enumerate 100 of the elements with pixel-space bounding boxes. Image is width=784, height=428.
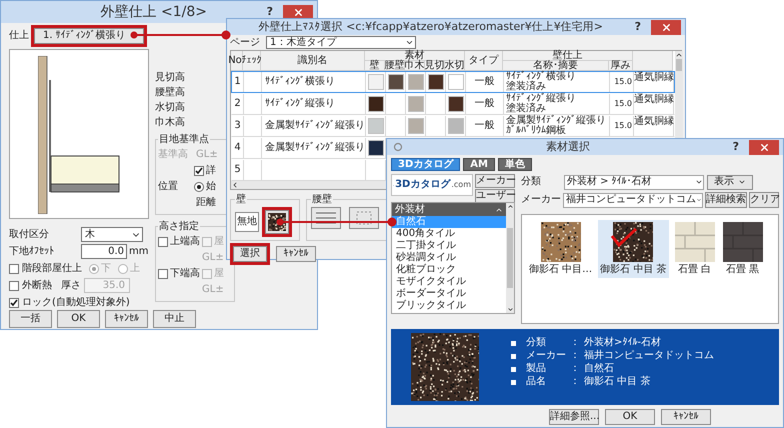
dialog-button[interactable]: 一括 bbox=[9, 310, 52, 328]
table-cell-text: 金属製ｻｲﾃﾞｨﾝｸﾞ縦張り bbox=[505, 116, 607, 126]
checkbox[interactable] bbox=[9, 298, 19, 308]
help-button[interactable]: ? bbox=[634, 18, 641, 36]
label: GL± bbox=[196, 149, 218, 161]
checkbox[interactable] bbox=[158, 269, 168, 279]
thumbnail[interactable]: 御影石 中目… bbox=[527, 220, 594, 278]
table-cell: 15.0 bbox=[614, 99, 632, 109]
horizontal-lines-icon bbox=[316, 212, 336, 224]
checkbox[interactable] bbox=[158, 237, 168, 247]
label: 上 bbox=[130, 262, 140, 274]
close-button[interactable] bbox=[283, 4, 313, 20]
table-cell: 一般 bbox=[474, 99, 494, 109]
close-button[interactable] bbox=[749, 140, 779, 154]
list-item[interactable]: 400角タイル bbox=[392, 228, 506, 240]
checkbox[interactable] bbox=[202, 269, 212, 279]
checkbox[interactable] bbox=[194, 166, 204, 176]
label: メーカー bbox=[521, 194, 561, 206]
check-mark-icon bbox=[610, 228, 638, 248]
line-pattern-button[interactable] bbox=[349, 207, 379, 229]
cancel-button[interactable]: ｷｬﾝｾﾙ bbox=[276, 246, 316, 262]
thumbnail[interactable]: 石畳 白 bbox=[672, 220, 717, 278]
list-item[interactable]: 砂岩調タイル bbox=[392, 252, 506, 264]
radio-button[interactable] bbox=[194, 182, 204, 192]
dotted-square-icon bbox=[356, 211, 372, 225]
label: 外断熱 bbox=[22, 280, 52, 292]
dialog-button[interactable]: 詳細参照... bbox=[549, 409, 599, 425]
info-value: 御影石 中目 茶 bbox=[584, 376, 650, 388]
bullet-icon bbox=[511, 354, 516, 358]
list-item[interactable]: 化粧ブロック bbox=[392, 264, 506, 276]
line-pattern-button[interactable] bbox=[311, 207, 341, 229]
close-button[interactable] bbox=[651, 20, 681, 34]
thumbnail-label: 御影石 中目 茶 bbox=[600, 264, 667, 276]
dropdown[interactable]: 1：木造タイプ bbox=[266, 36, 416, 49]
finish-button[interactable]: 1. ｻｲﾃﾞｨﾝｸﾞ横張り bbox=[34, 28, 144, 44]
catalog-logo: 3Dカタログ.com bbox=[391, 174, 473, 196]
table-cell: 1 bbox=[234, 77, 241, 87]
table-cell: 15.0 bbox=[614, 121, 632, 131]
thumbnail[interactable]: 石畳 黒 bbox=[720, 220, 765, 278]
close-icon bbox=[758, 142, 770, 152]
bullet-icon bbox=[511, 380, 516, 384]
dialog-button[interactable]: 中止 bbox=[153, 310, 196, 328]
label: ロック(自動処理対象外) bbox=[22, 296, 130, 308]
window-title: 外壁仕上 <1/8> bbox=[100, 2, 208, 22]
list-item[interactable]: ブリックタイル bbox=[392, 300, 506, 312]
window-title: 外壁仕上ﾏｽﾀ選択 <c:¥fcapp¥atzero¥atzeromaster¥仕上¥住宅用> bbox=[258, 18, 603, 35]
display-button[interactable]: 表示 bbox=[707, 174, 753, 190]
scroll-thumb[interactable] bbox=[676, 59, 682, 71]
scroll-thumb[interactable] bbox=[507, 228, 513, 288]
label: 基準高 bbox=[158, 149, 189, 161]
table-cell: ｻｲﾃﾞｨﾝｸﾞ横張り bbox=[265, 77, 335, 87]
select-button[interactable]: 選択 bbox=[233, 246, 267, 262]
clear-button[interactable]: クリア bbox=[749, 192, 779, 208]
label: GL± bbox=[202, 252, 224, 264]
checkbox[interactable] bbox=[202, 237, 212, 247]
scroll-down-icon bbox=[506, 306, 514, 313]
table-cell: 一般 bbox=[474, 77, 494, 87]
dialog-button[interactable]: OK bbox=[57, 310, 100, 328]
list-item[interactable]: 二丁掛タイル bbox=[392, 240, 506, 252]
separator: ： bbox=[570, 337, 581, 349]
tab[interactable]: 単色 bbox=[498, 158, 532, 171]
table-cell-text: ｻｲﾃﾞｨﾝｸﾞ横張り bbox=[505, 72, 577, 82]
source-button[interactable]: メーカー bbox=[475, 174, 515, 188]
dropdown[interactable]: 外装材 > ﾀｲﾙ･石材 bbox=[564, 174, 704, 190]
input-field[interactable]: 0.0 bbox=[81, 244, 127, 259]
dialog-button[interactable]: ｷｬﾝｾﾙ bbox=[105, 310, 148, 328]
separator: ： bbox=[570, 376, 581, 388]
column-header: 名称･摘要 bbox=[503, 61, 609, 71]
dialog-button[interactable]: ｷｬﾝｾﾙ bbox=[661, 409, 711, 425]
column-header: 水切 bbox=[445, 61, 465, 71]
bullet-icon bbox=[511, 340, 516, 346]
scroll-up-icon bbox=[506, 203, 514, 210]
thumbnail[interactable]: 御影石 中目 茶 bbox=[598, 220, 669, 278]
scrollbar[interactable] bbox=[506, 203, 514, 313]
help-button[interactable]: ? bbox=[732, 138, 739, 156]
tab[interactable]: AM bbox=[463, 158, 495, 171]
thumbnail-label: 御影石 中目… bbox=[529, 264, 592, 276]
label: 下 bbox=[101, 262, 111, 274]
source-button[interactable]: ユーザー bbox=[475, 189, 515, 203]
list-item[interactable]: モザイクタイル bbox=[392, 276, 506, 288]
label: 下端高 bbox=[170, 268, 200, 280]
list-item[interactable]: ボーダータイル bbox=[392, 288, 506, 300]
column-header: 素材 bbox=[365, 51, 465, 61]
column-header: ﾁｪｯｸ bbox=[243, 51, 261, 71]
table-cell: 3 bbox=[234, 121, 241, 131]
plain-button[interactable]: 無地 bbox=[235, 212, 259, 232]
dropdown[interactable]: 木 bbox=[81, 227, 143, 242]
dialog-button[interactable]: OK bbox=[605, 409, 655, 425]
table-cell-text: ｶﾞﾙﾊﾞﾘｳﾑ鋼板 bbox=[505, 126, 567, 136]
label: 屋 bbox=[214, 236, 224, 248]
search-button[interactable]: 詳細検索 bbox=[705, 192, 747, 208]
help-button[interactable]: ? bbox=[266, 4, 273, 20]
list-header[interactable]: 外装材 bbox=[392, 203, 506, 216]
label: 高さ指定 bbox=[159, 221, 199, 232]
dropdown[interactable]: 福井コンピュータドットコム bbox=[563, 192, 703, 208]
table-cell: 15.0 bbox=[614, 77, 632, 87]
table-cell-text: 塗装済み bbox=[505, 82, 547, 92]
column-header: 厚み bbox=[609, 61, 633, 71]
thumbnail-label: 石畳 黒 bbox=[726, 264, 760, 276]
label: 詳 bbox=[206, 165, 216, 177]
